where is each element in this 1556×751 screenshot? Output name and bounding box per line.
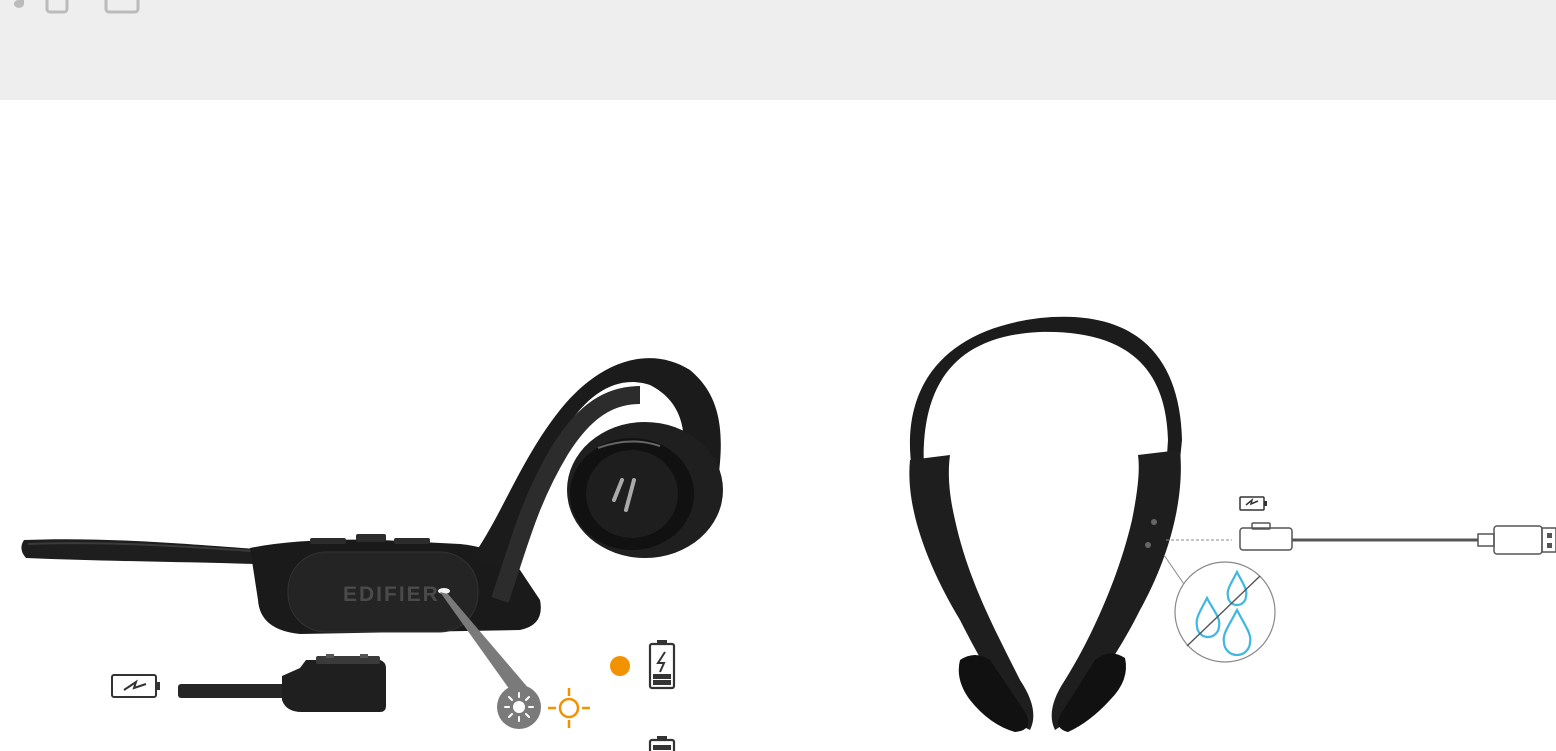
battery-charging-icon bbox=[1239, 496, 1267, 511]
charging-cable bbox=[178, 654, 386, 712]
led-amber-dot bbox=[610, 656, 630, 676]
brand-wordmark: EDIFIER bbox=[343, 583, 440, 606]
battery-charging-icon bbox=[111, 674, 160, 698]
product-illustration: EDIFIER bbox=[21, 316, 1556, 751]
sun-outline-icon bbox=[548, 688, 590, 728]
battery-low-icon bbox=[648, 736, 676, 751]
battery-full-icon bbox=[648, 640, 676, 690]
water-drop-icon bbox=[1174, 561, 1276, 663]
headphone-front-view bbox=[909, 316, 1182, 732]
sun-brightness-icon bbox=[497, 685, 541, 729]
usb-connector-icon bbox=[1239, 522, 1556, 555]
headphone-side-view: EDIFIER bbox=[21, 358, 723, 634]
